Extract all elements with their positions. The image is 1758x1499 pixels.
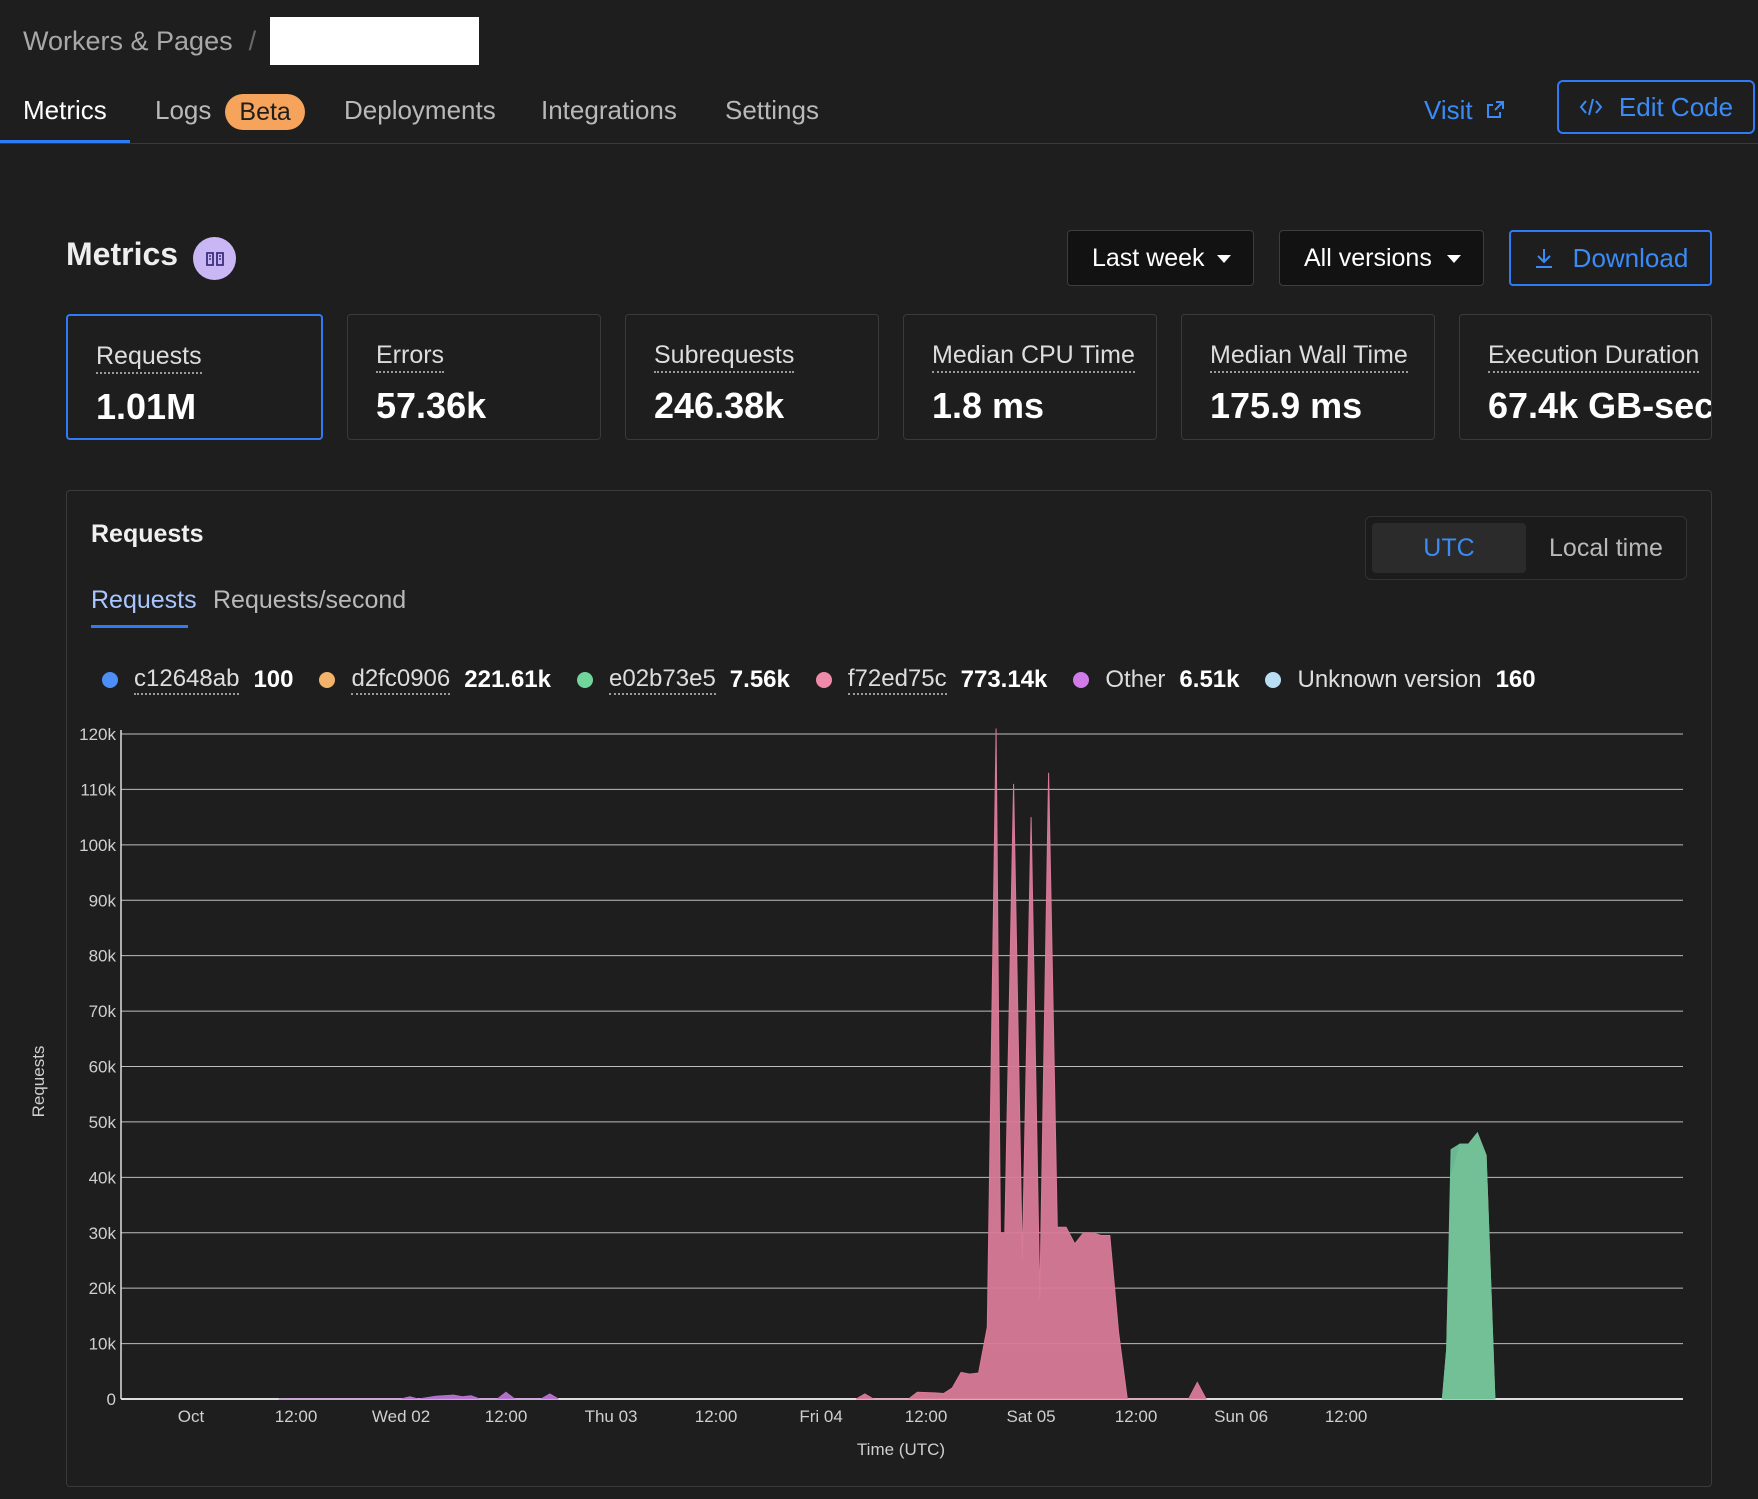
x-tick-label: Wed 02 — [372, 1407, 430, 1426]
x-tick-label: Sat 05 — [1006, 1407, 1055, 1426]
y-tick-label: 60k — [89, 1058, 117, 1077]
y-tick-label: 20k — [89, 1279, 117, 1298]
y-tick-label: 100k — [79, 836, 116, 855]
x-tick-label: 12:00 — [1325, 1407, 1368, 1426]
series-area-e02b73e5 — [1441, 1132, 1496, 1400]
y-tick-label: 90k — [89, 891, 117, 910]
y-tick-label: 80k — [89, 947, 117, 966]
x-tick-label: 12:00 — [1115, 1407, 1158, 1426]
y-tick-label: 30k — [89, 1224, 117, 1243]
y-tick-label: 50k — [89, 1113, 117, 1132]
y-axis-title: Requests — [29, 1046, 48, 1118]
x-tick-label: Thu 03 — [585, 1407, 638, 1426]
y-tick-label: 70k — [89, 1002, 117, 1021]
series-area-f72ed75c — [855, 728, 1207, 1400]
x-tick-label: 12:00 — [905, 1407, 948, 1426]
y-tick-label: 0 — [107, 1390, 116, 1409]
x-tick-label: 12:00 — [485, 1407, 528, 1426]
x-tick-label: Oct — [178, 1407, 205, 1426]
y-tick-label: 120k — [79, 725, 116, 744]
x-tick-label: Fri 04 — [799, 1407, 842, 1426]
x-axis-title: Time (UTC) — [857, 1440, 945, 1459]
y-tick-label: 10k — [89, 1335, 117, 1354]
series-area-Other — [278, 1391, 559, 1400]
x-tick-label: 12:00 — [695, 1407, 738, 1426]
requests-area-chart: 0 10k 20k 30k 40k 50k 60k 70k 80k 90k 100k 110k 120k… — [29, 725, 1683, 1459]
y-tick-label: 40k — [89, 1168, 117, 1187]
x-tick-label: Sun 06 — [1214, 1407, 1268, 1426]
y-tick-label: 110k — [80, 780, 116, 799]
x-tick-label: 12:00 — [275, 1407, 318, 1426]
